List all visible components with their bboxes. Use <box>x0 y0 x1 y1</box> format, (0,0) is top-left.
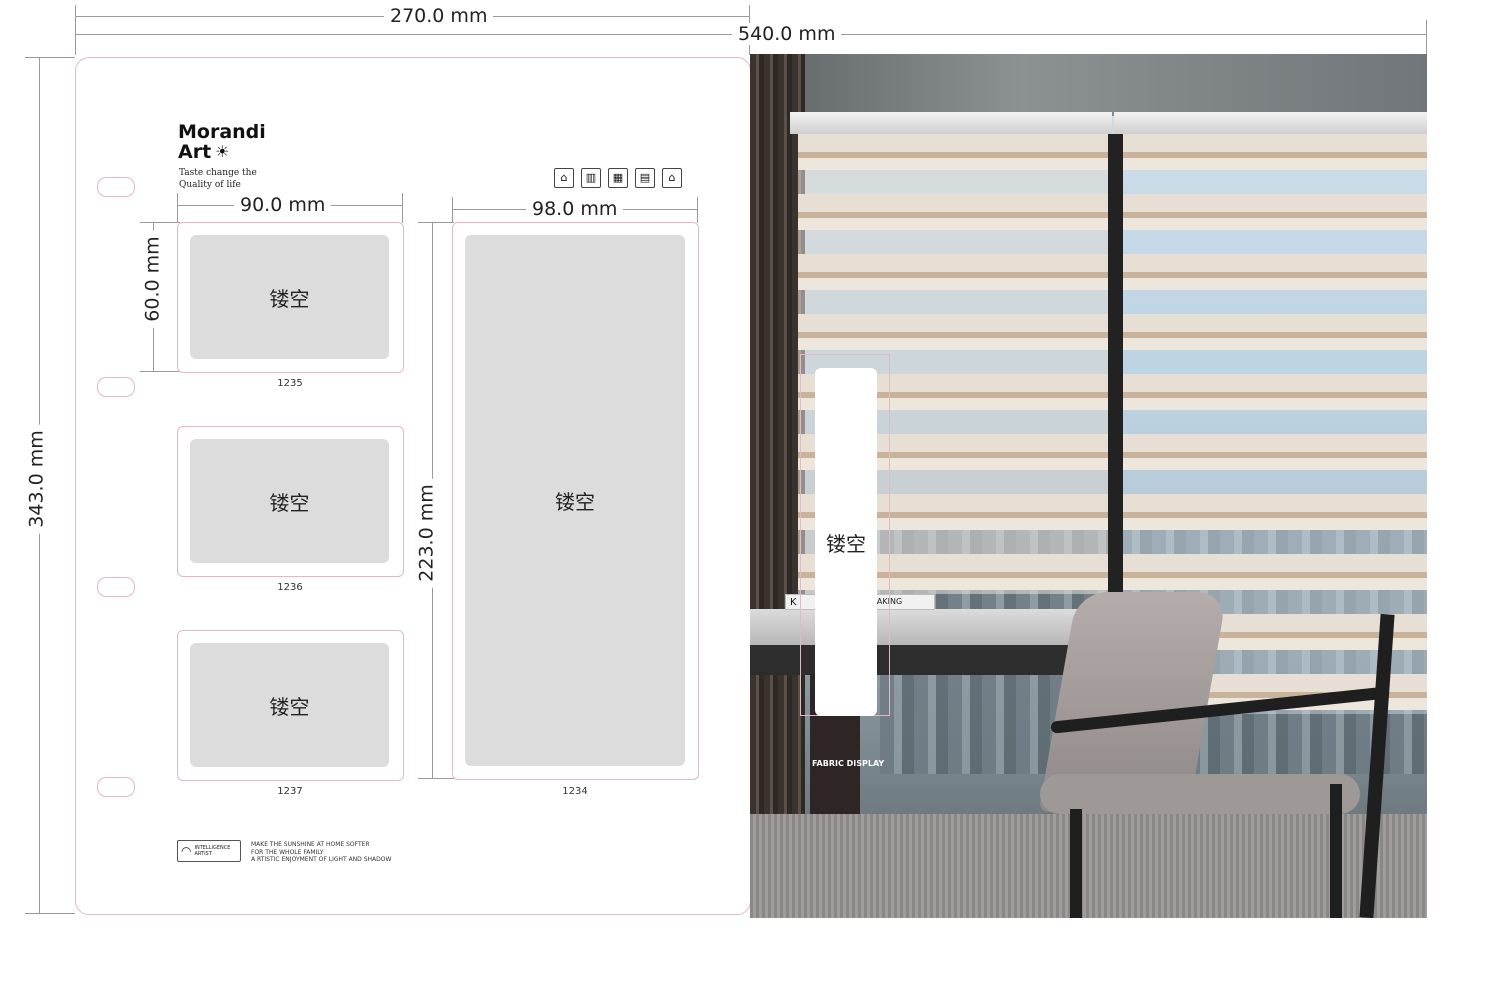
dim-half-width: 270.0 mm <box>384 5 494 27</box>
ceiling <box>750 54 1427 116</box>
swatch-code: 1236 <box>277 582 303 593</box>
dim-large-height: 223.0 mm <box>415 478 438 588</box>
dim-small-width: 90.0 mm <box>234 194 332 216</box>
footer-slogan: MAKE THE SUNSHINE AT HOME SOFTER FOR THE… <box>251 841 392 863</box>
dim-guide-left <box>75 5 76 55</box>
binder-hole <box>97 177 135 197</box>
dim-guide-top <box>25 57 75 58</box>
swatch-code: 1235 <box>277 378 303 389</box>
building-icon: ▥ <box>581 168 601 188</box>
dim-full-width: 540.0 mm <box>732 23 842 45</box>
swatch-code: 1237 <box>277 786 303 797</box>
house-icon: ⌂ <box>554 168 574 188</box>
brand-tagline: Taste change the Quality of life <box>179 168 257 190</box>
brand-name-line2: Art <box>178 141 212 163</box>
swatch-code: 1234 <box>562 786 588 797</box>
blind-rail <box>1114 112 1427 134</box>
intelligence-badge: ◠ INTELLIGENCE ARTIST <box>177 840 241 862</box>
dim-guide <box>697 197 698 223</box>
dim-large-width: 98.0 mm <box>526 198 624 220</box>
dim-guide <box>418 778 454 779</box>
dim-guide <box>140 371 180 372</box>
chair-seat <box>1040 774 1360 814</box>
dim-guide <box>177 193 178 223</box>
dim-height: 343.0 mm <box>25 424 48 534</box>
carpet <box>750 814 1427 918</box>
binder-hole <box>97 377 135 397</box>
brand-logo: Morandi Art ☀ <box>178 122 266 162</box>
binder-hole <box>97 577 135 597</box>
swatch-cutout: 镂空 <box>190 439 389 563</box>
swatch-cutout: 镂空 <box>190 643 389 767</box>
sun-icon: ☀ <box>215 142 230 161</box>
dim-guide-bottom <box>25 913 75 914</box>
blind-rail <box>790 112 1112 134</box>
wood-slats <box>750 54 805 918</box>
city-icon: ▦ <box>608 168 628 188</box>
dim-small-height: 60.0 mm <box>141 230 164 328</box>
binder-hole <box>97 777 135 797</box>
swatch-cutout: 镂空 <box>190 235 389 359</box>
chair-leg <box>1330 784 1342 918</box>
fabric-display-caption: FABRIC DISPLAY <box>812 759 885 768</box>
vertical-cutout: 镂空 <box>815 368 877 716</box>
brand-name-line1: Morandi <box>178 121 266 143</box>
wifi-icon: ◠ <box>181 844 192 858</box>
chair-leg <box>1070 809 1082 918</box>
home-outline-icon: ⌂ <box>662 168 682 188</box>
office-icon: ▤ <box>635 168 655 188</box>
dim-guide <box>452 197 453 223</box>
dim-guide <box>402 193 403 223</box>
room-photo: K MAKING 镂空 FABRIC DISPLAY <box>750 54 1427 918</box>
dim-guide-right <box>1426 20 1427 56</box>
dim-guide <box>140 222 180 223</box>
swatch-cutout-large: 镂空 <box>465 235 685 766</box>
dim-guide <box>418 222 454 223</box>
